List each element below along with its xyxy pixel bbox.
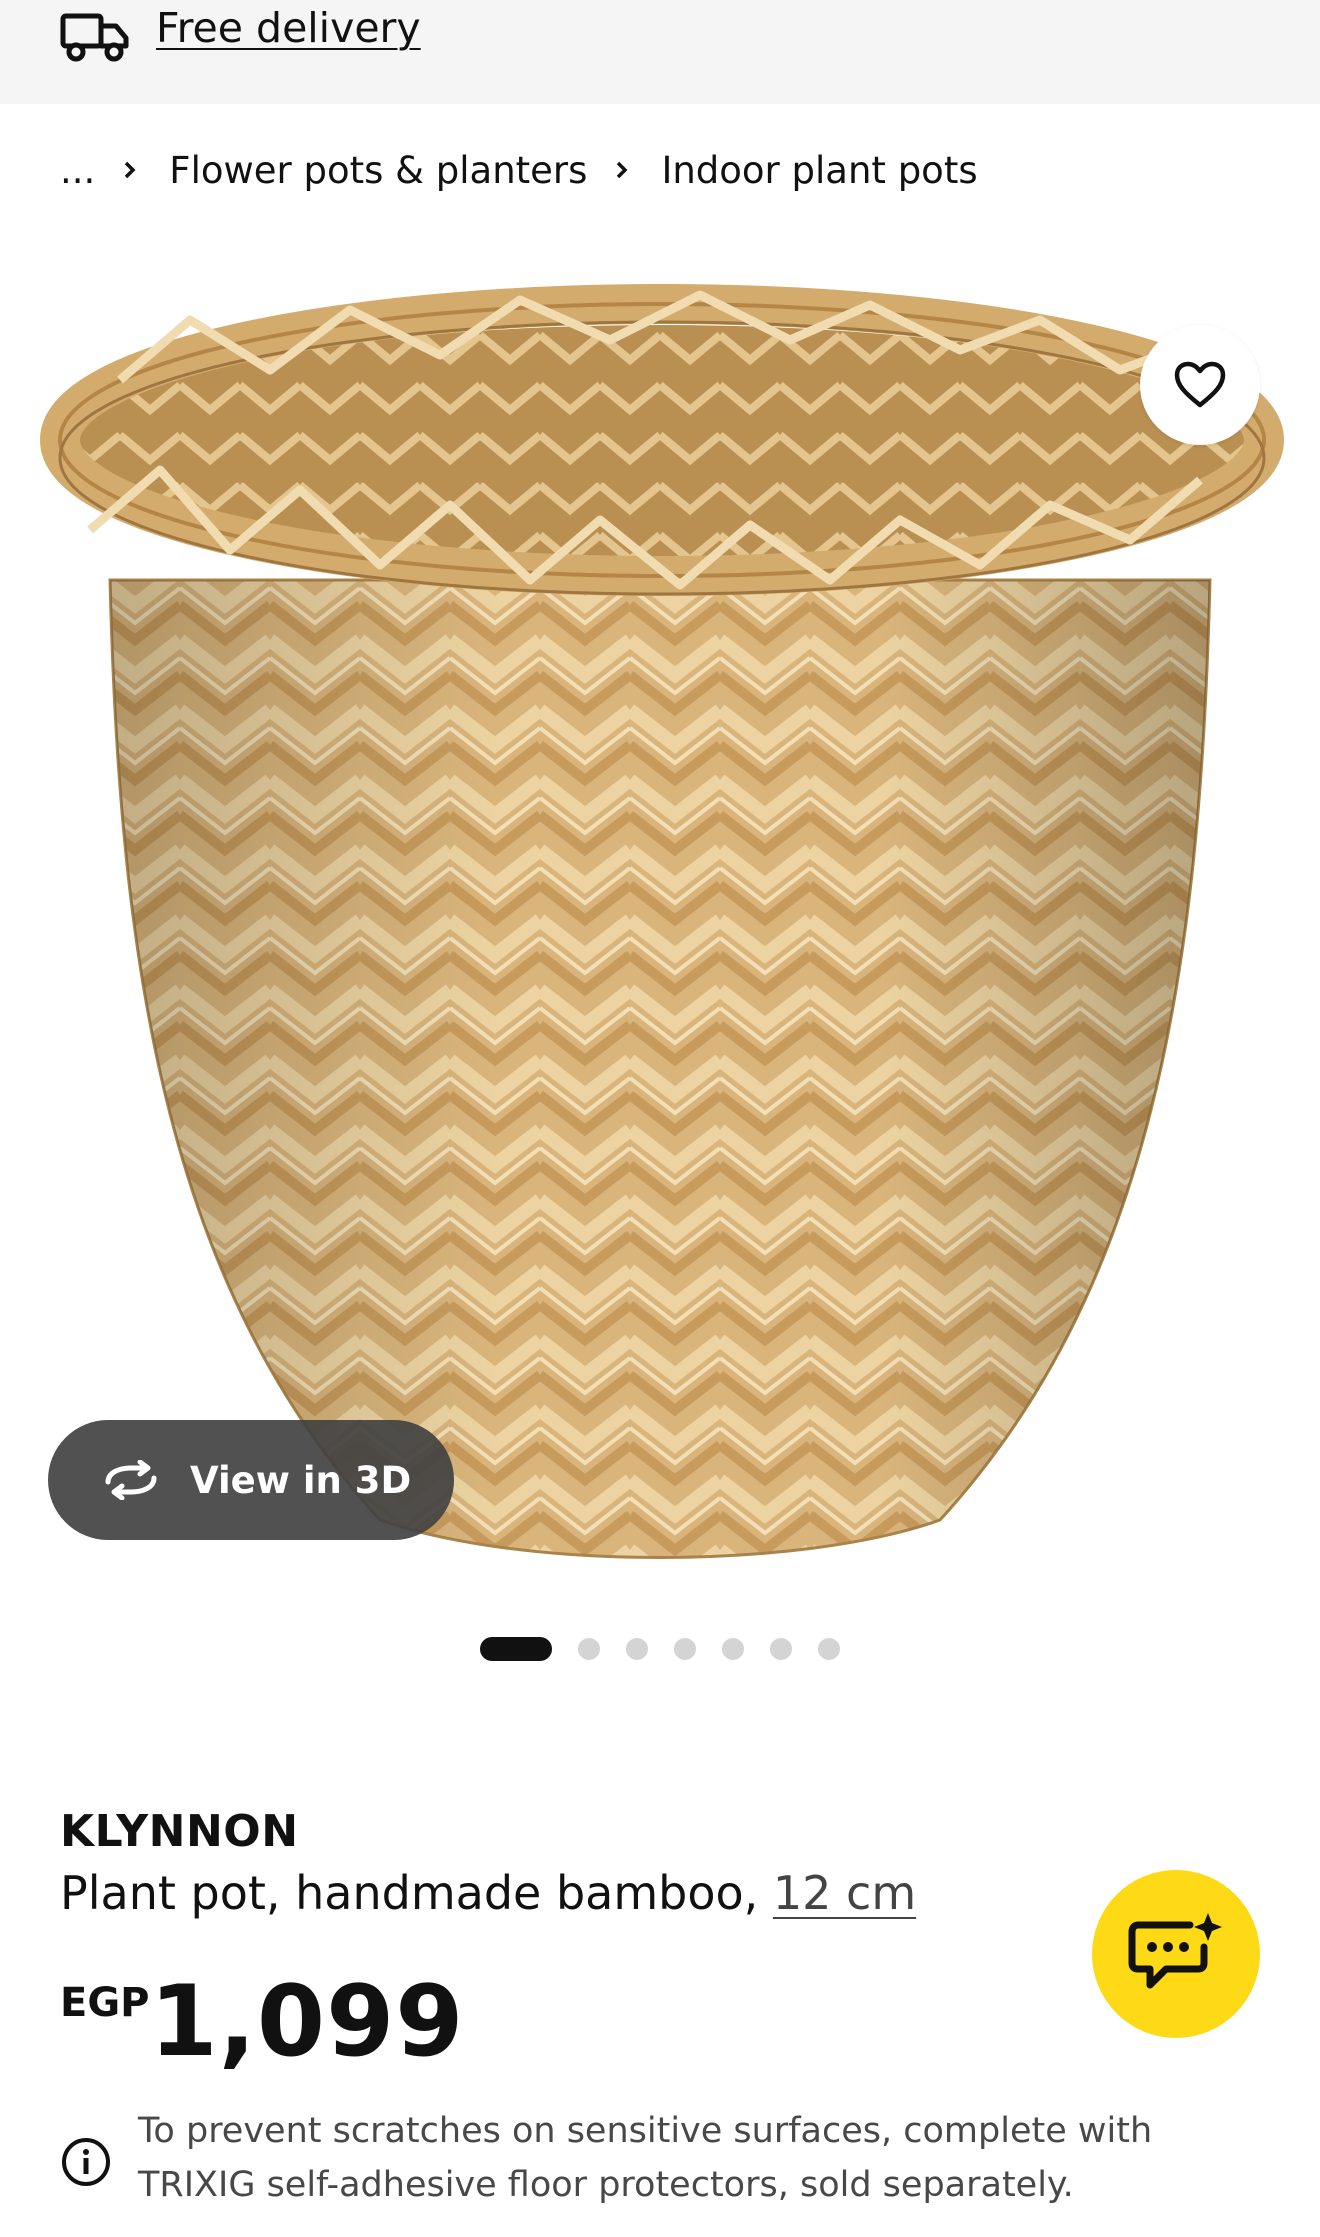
chevron-right-icon [121,161,139,179]
carousel-dot-1[interactable] [480,1637,552,1661]
chevron-right-icon [613,161,631,179]
product-size-link[interactable]: 12 cm [773,1866,916,1920]
product-description: Plant pot, handmade bamboo, 12 cm [60,1866,916,1920]
product-brand: KLYNNON [60,1806,299,1857]
favorite-button[interactable] [1140,325,1260,445]
carousel-dot-5[interactable] [722,1638,744,1660]
view-in-3d-label: View in 3D [190,1458,412,1502]
image-carousel-indicator [480,1636,840,1662]
rotate-3d-icon [105,1460,157,1500]
product-image[interactable] [0,280,1320,1590]
carousel-dot-3[interactable] [626,1638,648,1660]
breadcrumb-indoor-plant-pots[interactable]: Indoor plant pots [661,149,977,192]
breadcrumb: ... Flower pots & planters Indoor plant … [60,142,978,198]
chat-sparkle-icon [1128,1913,1222,1989]
carousel-dot-7[interactable] [818,1638,840,1660]
price-amount: 1,099 [149,1965,465,2079]
breadcrumb-flower-pots[interactable]: Flower pots & planters [169,149,587,192]
truck-icon [60,13,129,62]
view-in-3d-button[interactable]: View in 3D [48,1420,454,1540]
chat-assistant-button[interactable] [1092,1870,1260,2038]
product-price: EGP1,099 [60,1962,464,2082]
product-description-text: Plant pot, handmade bamboo, [60,1866,759,1920]
floor-protector-note: To prevent scratches on sensitive surfac… [138,2111,1153,2205]
breadcrumb-ellipsis[interactable]: ... [60,149,95,192]
carousel-dot-2[interactable] [578,1638,600,1660]
basket-illustration [40,284,1284,1559]
heart-icon [1174,361,1226,408]
carousel-dot-6[interactable] [770,1638,792,1660]
delivery-bar: Free delivery [0,0,1320,104]
price-currency: EGP [60,1980,150,2026]
info-icon [62,2138,110,2186]
carousel-dot-4[interactable] [674,1638,696,1660]
free-delivery-link[interactable]: Free delivery [156,0,421,56]
